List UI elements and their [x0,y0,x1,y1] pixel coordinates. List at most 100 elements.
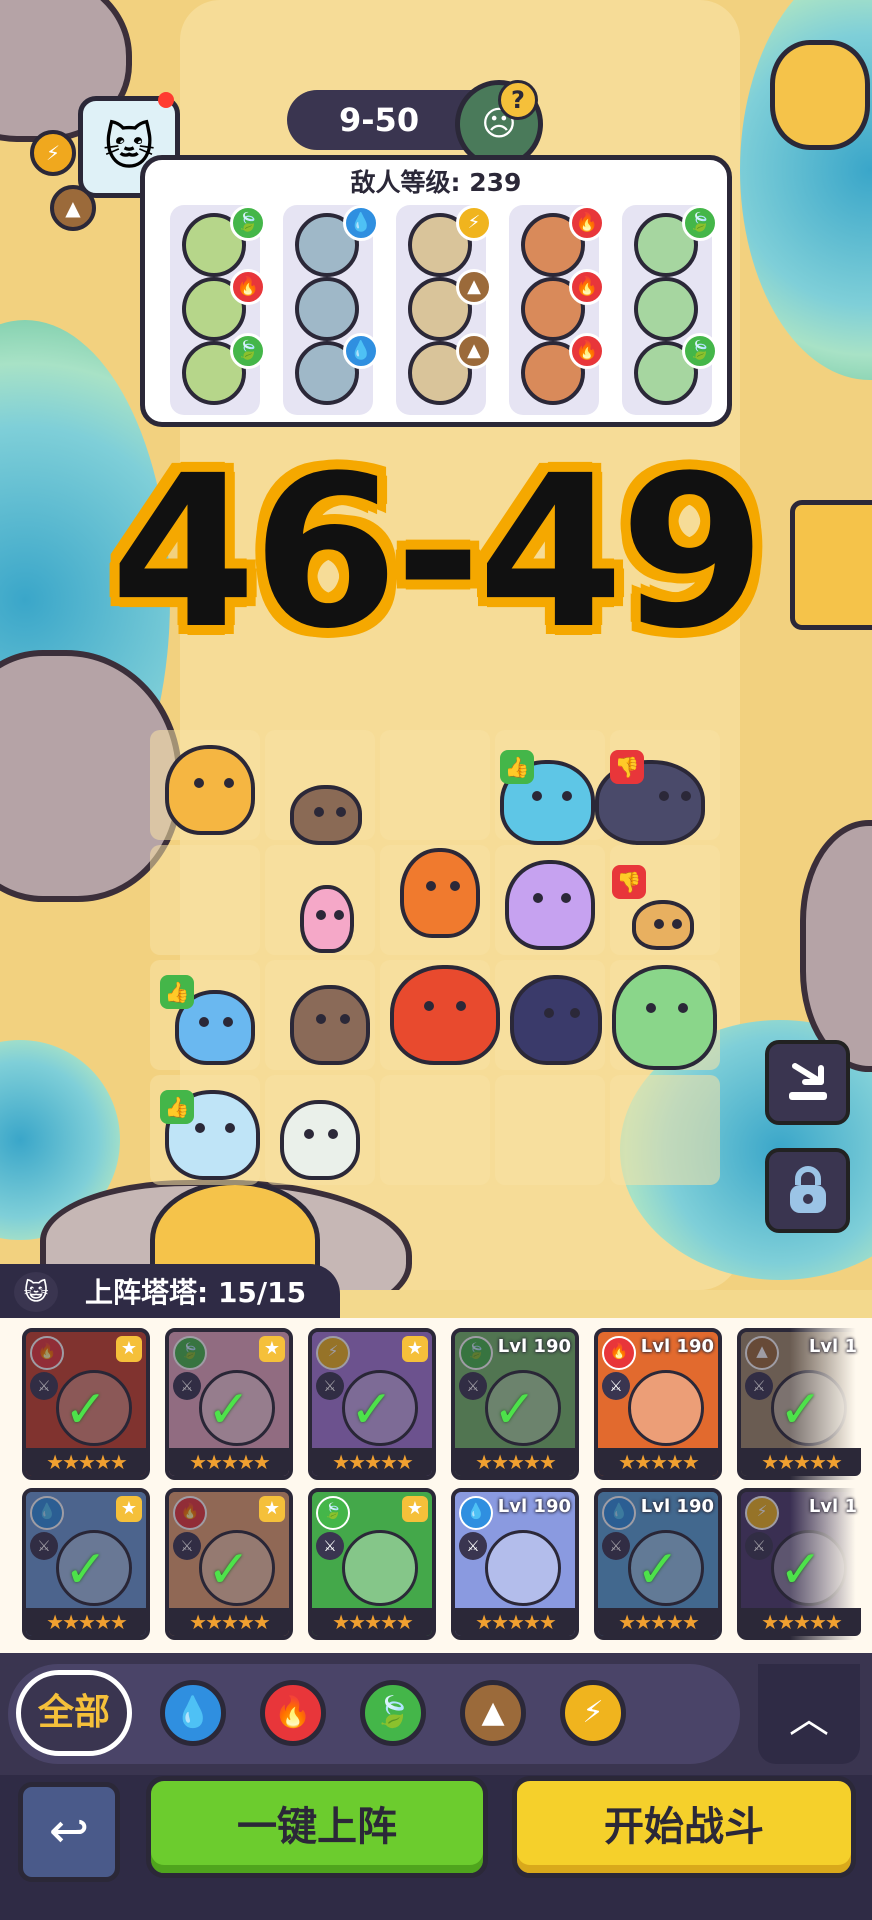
collapse-button[interactable]: ︿ [758,1664,860,1764]
tower-card[interactable]: 💧 ⚔ ★ ✓ ★★★★★ [22,1488,150,1640]
filter-fire-button[interactable]: 🔥 [260,1680,326,1746]
card-level: Lvl 190 [640,1496,714,1517]
water-icon: 💧 [602,1496,636,1530]
filter-all-button[interactable]: 全部 [16,1670,132,1756]
enemy-column: ⚡ ▲ ▲ [396,205,492,415]
card-list-fade [790,1318,872,1653]
earth-icon: ▲ [456,269,492,305]
thunder-icon: ⚡ [316,1336,350,1370]
card-level: Lvl 1 [808,1496,857,1517]
notification-dot [158,92,174,108]
favorite-star-icon[interactable]: ★ [259,1336,285,1362]
thunder-icon: ⚡ [30,130,76,176]
role-icon: ⚔ [745,1532,773,1560]
star-rating: ★★★★★ [169,1608,289,1636]
thumb-down-icon: 👎 [612,865,646,899]
download-button[interactable] [765,1040,850,1125]
check-icon: ✓ [350,1380,394,1440]
check-icon: ✓ [64,1380,108,1440]
tower-card[interactable]: 🍃 ⚔ Lvl 190 ✓ ★★★★★ [451,1328,579,1480]
check-icon: ✓ [207,1540,251,1600]
role-icon: ⚔ [745,1372,773,1400]
tower-card[interactable]: 💧 ⚔ Lvl 190 ✓ ★★★★★ [594,1488,722,1640]
wave-counter: 46-49 [110,430,766,675]
enemy-face [634,277,698,341]
earth-icon: ▲ [745,1336,779,1370]
back-arrow-icon: ↩ [48,1803,90,1859]
enemy-level-title: 敌人等级: 239 [350,168,522,197]
filter-thunder-button[interactable]: ⚡ [560,1680,626,1746]
monster-fire-dragon[interactable] [390,965,500,1065]
water-icon: 💧 [343,205,379,241]
check-icon: ✓ [636,1540,680,1600]
monster-turtle[interactable] [632,900,694,950]
water-icon: 💧 [30,1496,64,1530]
tower-card[interactable]: 💧 ⚔ Lvl 190 ★★★★★ [451,1488,579,1640]
filter-leaf-button[interactable]: 🍃 [360,1680,426,1746]
tower-card[interactable]: 🍃 ⚔ ★ ✓ ★★★★★ [165,1328,293,1480]
check-icon: ✓ [779,1380,823,1440]
role-icon: ⚔ [316,1532,344,1560]
tower-portrait [342,1530,418,1606]
favorite-star-icon[interactable]: ★ [402,1496,428,1522]
tower-portrait [485,1530,561,1606]
star-rating: ★★★★★ [455,1448,575,1476]
star-rating: ★★★★★ [741,1448,861,1476]
favorite-star-icon[interactable]: ★ [402,1336,428,1362]
help-icon[interactable]: ? [498,80,538,120]
favorite-star-icon[interactable]: ★ [259,1496,285,1522]
monster-panda[interactable] [280,1100,360,1180]
monster-leaf-dragon[interactable] [612,965,717,1070]
fire-icon: 🔥 [30,1336,64,1370]
check-icon: ✓ [493,1380,537,1440]
leaf-icon: 🍃 [173,1336,207,1370]
monster-monkey[interactable] [290,985,370,1065]
tower-card[interactable]: ⚡ ⚔ ★ ✓ ★★★★★ [308,1328,436,1480]
leaf-icon: 🍃 [230,333,266,369]
water-icon: 💧 [343,333,379,369]
fire-icon: 🔥 [569,205,605,241]
filter-water-button[interactable]: 💧 [160,1680,226,1746]
tower-card[interactable]: 🔥 ⚔ ★ ✓ ★★★★★ [165,1488,293,1640]
back-button[interactable]: ↩ [18,1782,120,1882]
download-icon [788,1062,827,1100]
role-icon: ⚔ [602,1372,630,1400]
thumb-down-icon: 👎 [610,750,644,784]
favorite-star-icon[interactable]: ★ [116,1496,142,1522]
star-rating: ★★★★★ [598,1608,718,1636]
stage-label: 9-50 [339,101,420,139]
monster-hedgehog[interactable] [290,785,362,845]
leaf-icon: 🍃 [682,333,718,369]
card-level: Lvl 190 [497,1496,571,1517]
card-level: Lvl 1 [808,1336,857,1357]
star-rating: ★★★★★ [741,1608,861,1636]
monster-dark-unicorn[interactable] [510,975,602,1065]
filter-earth-button[interactable]: ▲ [460,1680,526,1746]
earth-icon: ▲ [456,333,492,369]
lock-button[interactable] [765,1148,850,1233]
auto-deploy-button[interactable]: 一键上阵 [146,1776,488,1878]
star-rating: ★★★★★ [455,1608,575,1636]
role-icon: ⚔ [316,1372,344,1400]
leaf-icon: 🍃 [316,1496,350,1530]
chevron-up-icon: ︿ [789,1696,829,1742]
tower-card[interactable]: 🔥 ⚔ Lvl 190 ★★★★★ [594,1328,722,1480]
thumb-up-icon: 👍 [500,750,534,784]
star-rating: ★★★★★ [26,1448,146,1476]
fire-icon: 🔥 [569,333,605,369]
monster-lion[interactable] [165,745,255,835]
start-battle-button[interactable]: 开始战斗 [512,1776,856,1878]
deploy-count-label: 上阵塔塔: 15/15 [85,1276,307,1309]
leaf-icon: 🍃 [459,1336,493,1370]
enemy-face [295,277,359,341]
favorite-star-icon[interactable]: ★ [116,1336,142,1362]
tower-card[interactable]: 🔥 ⚔ ★ ✓ ★★★★★ [22,1328,150,1480]
role-icon: ⚔ [459,1532,487,1560]
monster-purple[interactable] [505,860,595,950]
cat-icon: 😺 [14,1272,58,1312]
tower-card[interactable]: 🍃 ⚔ ★ ★★★★★ [308,1488,436,1640]
monster-fire-bird[interactable] [400,848,480,938]
enemy-column: 💧 💧 [283,205,379,415]
monster-pink-small[interactable] [300,885,354,953]
fire-icon: 🔥 [569,269,605,305]
